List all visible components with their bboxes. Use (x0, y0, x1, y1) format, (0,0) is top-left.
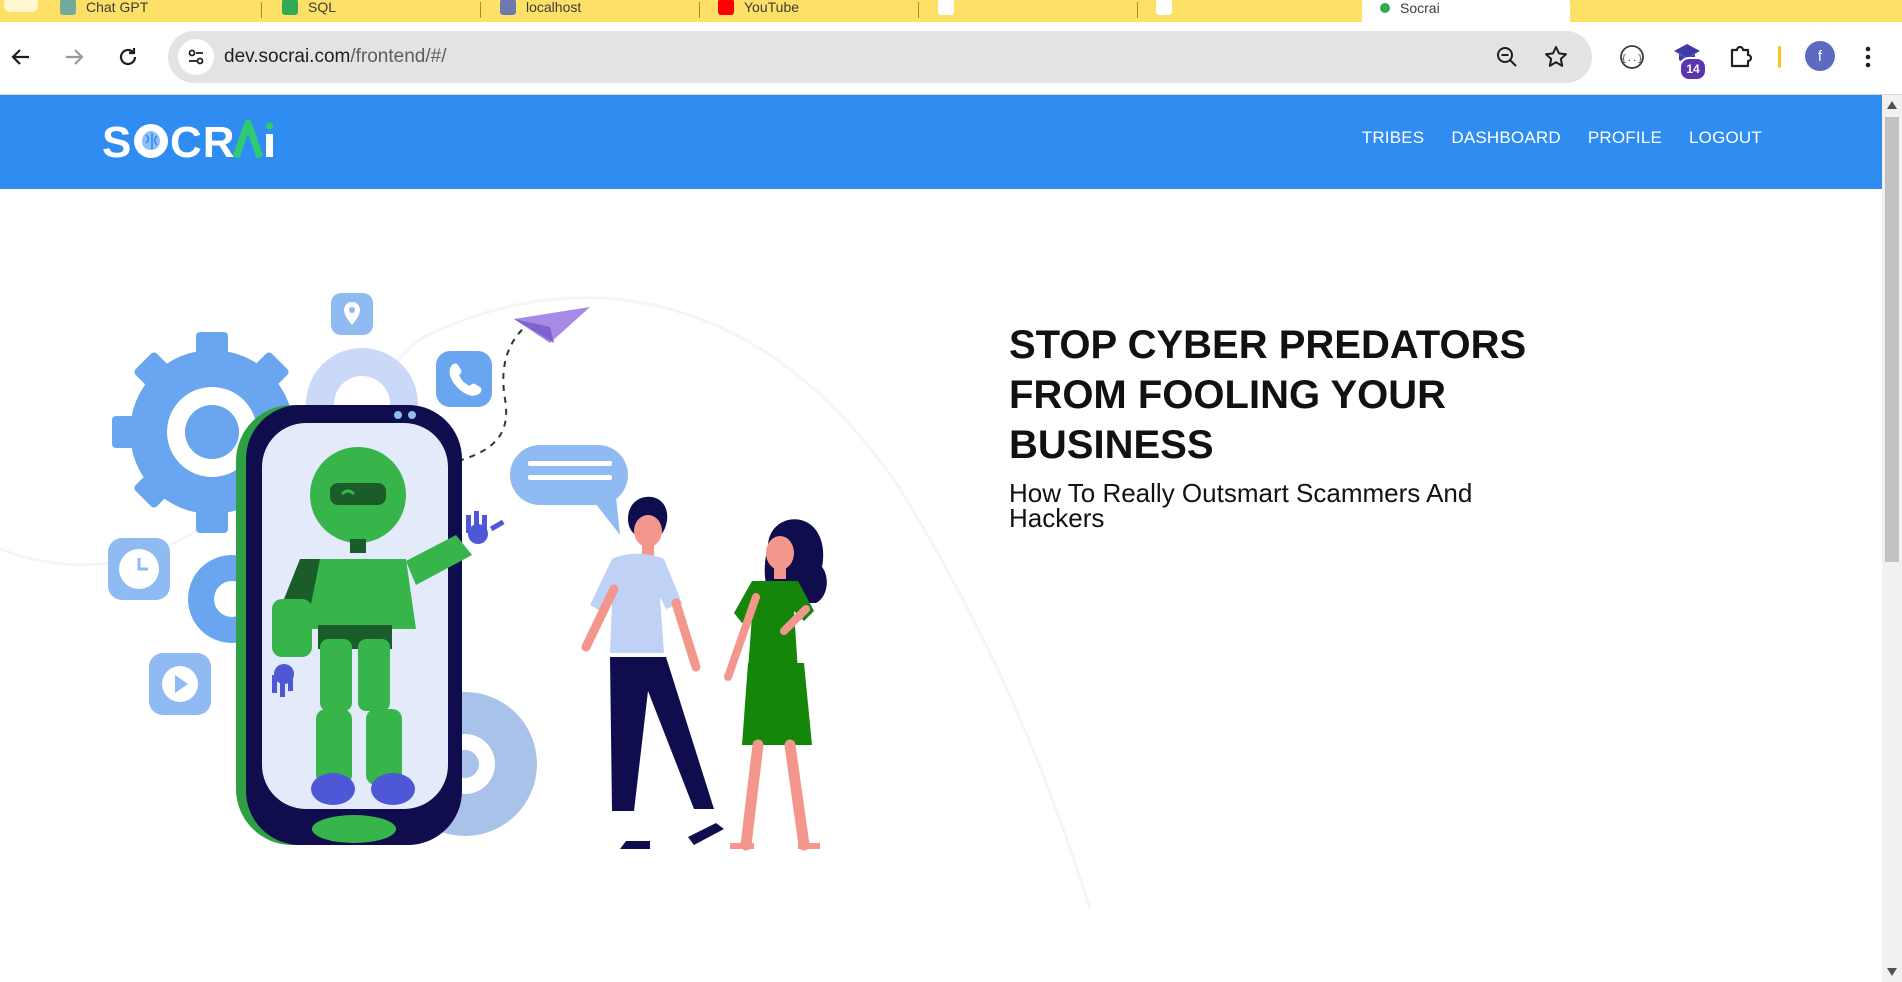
address-bar[interactable]: dev.socrai.com/frontend/#/ (168, 31, 1592, 83)
zoom-out-icon (1497, 47, 1517, 67)
browser-toolbar: dev.socrai.com/frontend/#/ {..} 14 f (0, 22, 1902, 95)
menu-button[interactable] (1862, 44, 1874, 75)
socrai-logo-mark: S CR (102, 118, 274, 165)
bookmark-button[interactable] (1543, 44, 1569, 75)
tab-label: localhost (526, 0, 582, 15)
forward-button[interactable] (59, 42, 89, 72)
hero-illustration (0, 293, 1092, 910)
maps-icon (282, 0, 298, 15)
clock-icon (108, 538, 170, 600)
hero-title: STOP CYBER PREDATORS FROM FOOLING YOUR B… (1009, 323, 1527, 467)
tab-label: YouTube (744, 0, 800, 15)
back-button[interactable] (6, 42, 36, 72)
tab-divider (699, 2, 700, 18)
zoom-button[interactable] (1495, 45, 1519, 74)
main-nav: TRIBES DASHBOARD PROFILE LOGOUT (1362, 128, 1762, 148)
arrow-left-icon (11, 49, 29, 65)
socrai-logo[interactable]: S CR (102, 118, 286, 165)
reload-button[interactable] (113, 42, 143, 72)
browser-tab-strip: Chat GPT SQL localhost YouTube Socrai (0, 0, 1902, 22)
browser-tab-2[interactable]: SQL (282, 0, 462, 20)
tab-label: SQL (308, 0, 337, 15)
browser-tab-5[interactable] (938, 0, 1118, 20)
browser-tab-1[interactable]: Chat GPT (60, 0, 240, 20)
url-text[interactable]: dev.socrai.com/frontend/#/ (224, 46, 446, 68)
extension-1[interactable]: {..} (1619, 44, 1645, 75)
hero-text-block: STOP CYBER PREDATORS FROM FOOLING YOUR B… (1009, 320, 1569, 531)
page-scrollbar[interactable] (1882, 95, 1902, 982)
scroll-up-icon[interactable] (1887, 101, 1897, 109)
tab-divider (918, 2, 919, 18)
page-icon (1156, 0, 1172, 15)
location-pin-icon (331, 293, 373, 335)
tab-label: Chat GPT (86, 0, 149, 15)
site-info-button[interactable] (178, 39, 214, 75)
tab-divider (261, 2, 262, 18)
scroll-thumb[interactable] (1885, 117, 1899, 562)
browser-tab-3[interactable]: localhost (500, 0, 680, 20)
woman-figure (724, 519, 827, 851)
extension-badge: 14 (1679, 57, 1707, 81)
kebab-menu-icon (1865, 46, 1871, 68)
tab-divider (1137, 2, 1138, 18)
url-path: /frontend/#/ (350, 46, 447, 67)
url-domain: dev.socrai.com (224, 46, 351, 67)
reload-icon (119, 48, 137, 66)
nav-logout[interactable]: LOGOUT (1689, 128, 1762, 148)
speech-bubble-icon (510, 445, 628, 535)
hero-subtitle: How To Really Outsmart Scammers And Hack… (1009, 478, 1473, 533)
scroll-down-icon[interactable] (1887, 968, 1897, 976)
tab-divider (480, 2, 481, 18)
socrai-favicon-icon (1380, 3, 1390, 13)
youtube-icon (718, 0, 734, 15)
play-video-icon (149, 653, 211, 715)
svg-text:{..}: {..} (1621, 54, 1643, 64)
tab-search-button[interactable] (4, 0, 38, 12)
nav-dashboard[interactable]: DASHBOARD (1451, 128, 1561, 148)
arrow-right-icon (66, 49, 84, 65)
nav-tribes[interactable]: TRIBES (1362, 128, 1425, 148)
browser-tab-4[interactable]: YouTube (718, 0, 898, 20)
php-icon (500, 0, 516, 15)
phone-call-icon (436, 351, 492, 407)
puzzle-icon (1730, 45, 1753, 68)
chatgpt-icon (60, 0, 76, 15)
svg-text:S: S (102, 118, 132, 165)
nav-profile[interactable]: PROFILE (1588, 128, 1662, 148)
toolbar-divider (1778, 46, 1781, 68)
browser-tab-6[interactable] (1156, 0, 1336, 20)
site-header: S CR TRIBES DASHBOARD PROFILE LOGOUT (0, 95, 1882, 189)
tune-icon (188, 49, 204, 65)
paper-plane-icon (514, 307, 590, 343)
code-extension-icon: {..} (1620, 45, 1644, 69)
extensions-button[interactable] (1727, 42, 1755, 75)
new-tab-icon[interactable] (1594, 0, 1614, 14)
profile-avatar[interactable]: f (1805, 41, 1835, 71)
tab-label: Socrai (1400, 0, 1440, 16)
page-icon (938, 0, 954, 15)
star-icon (1545, 46, 1567, 67)
svg-text:CR: CR (170, 118, 236, 165)
man-figure (581, 496, 724, 849)
browser-tab-active[interactable]: Socrai (1362, 0, 1570, 22)
